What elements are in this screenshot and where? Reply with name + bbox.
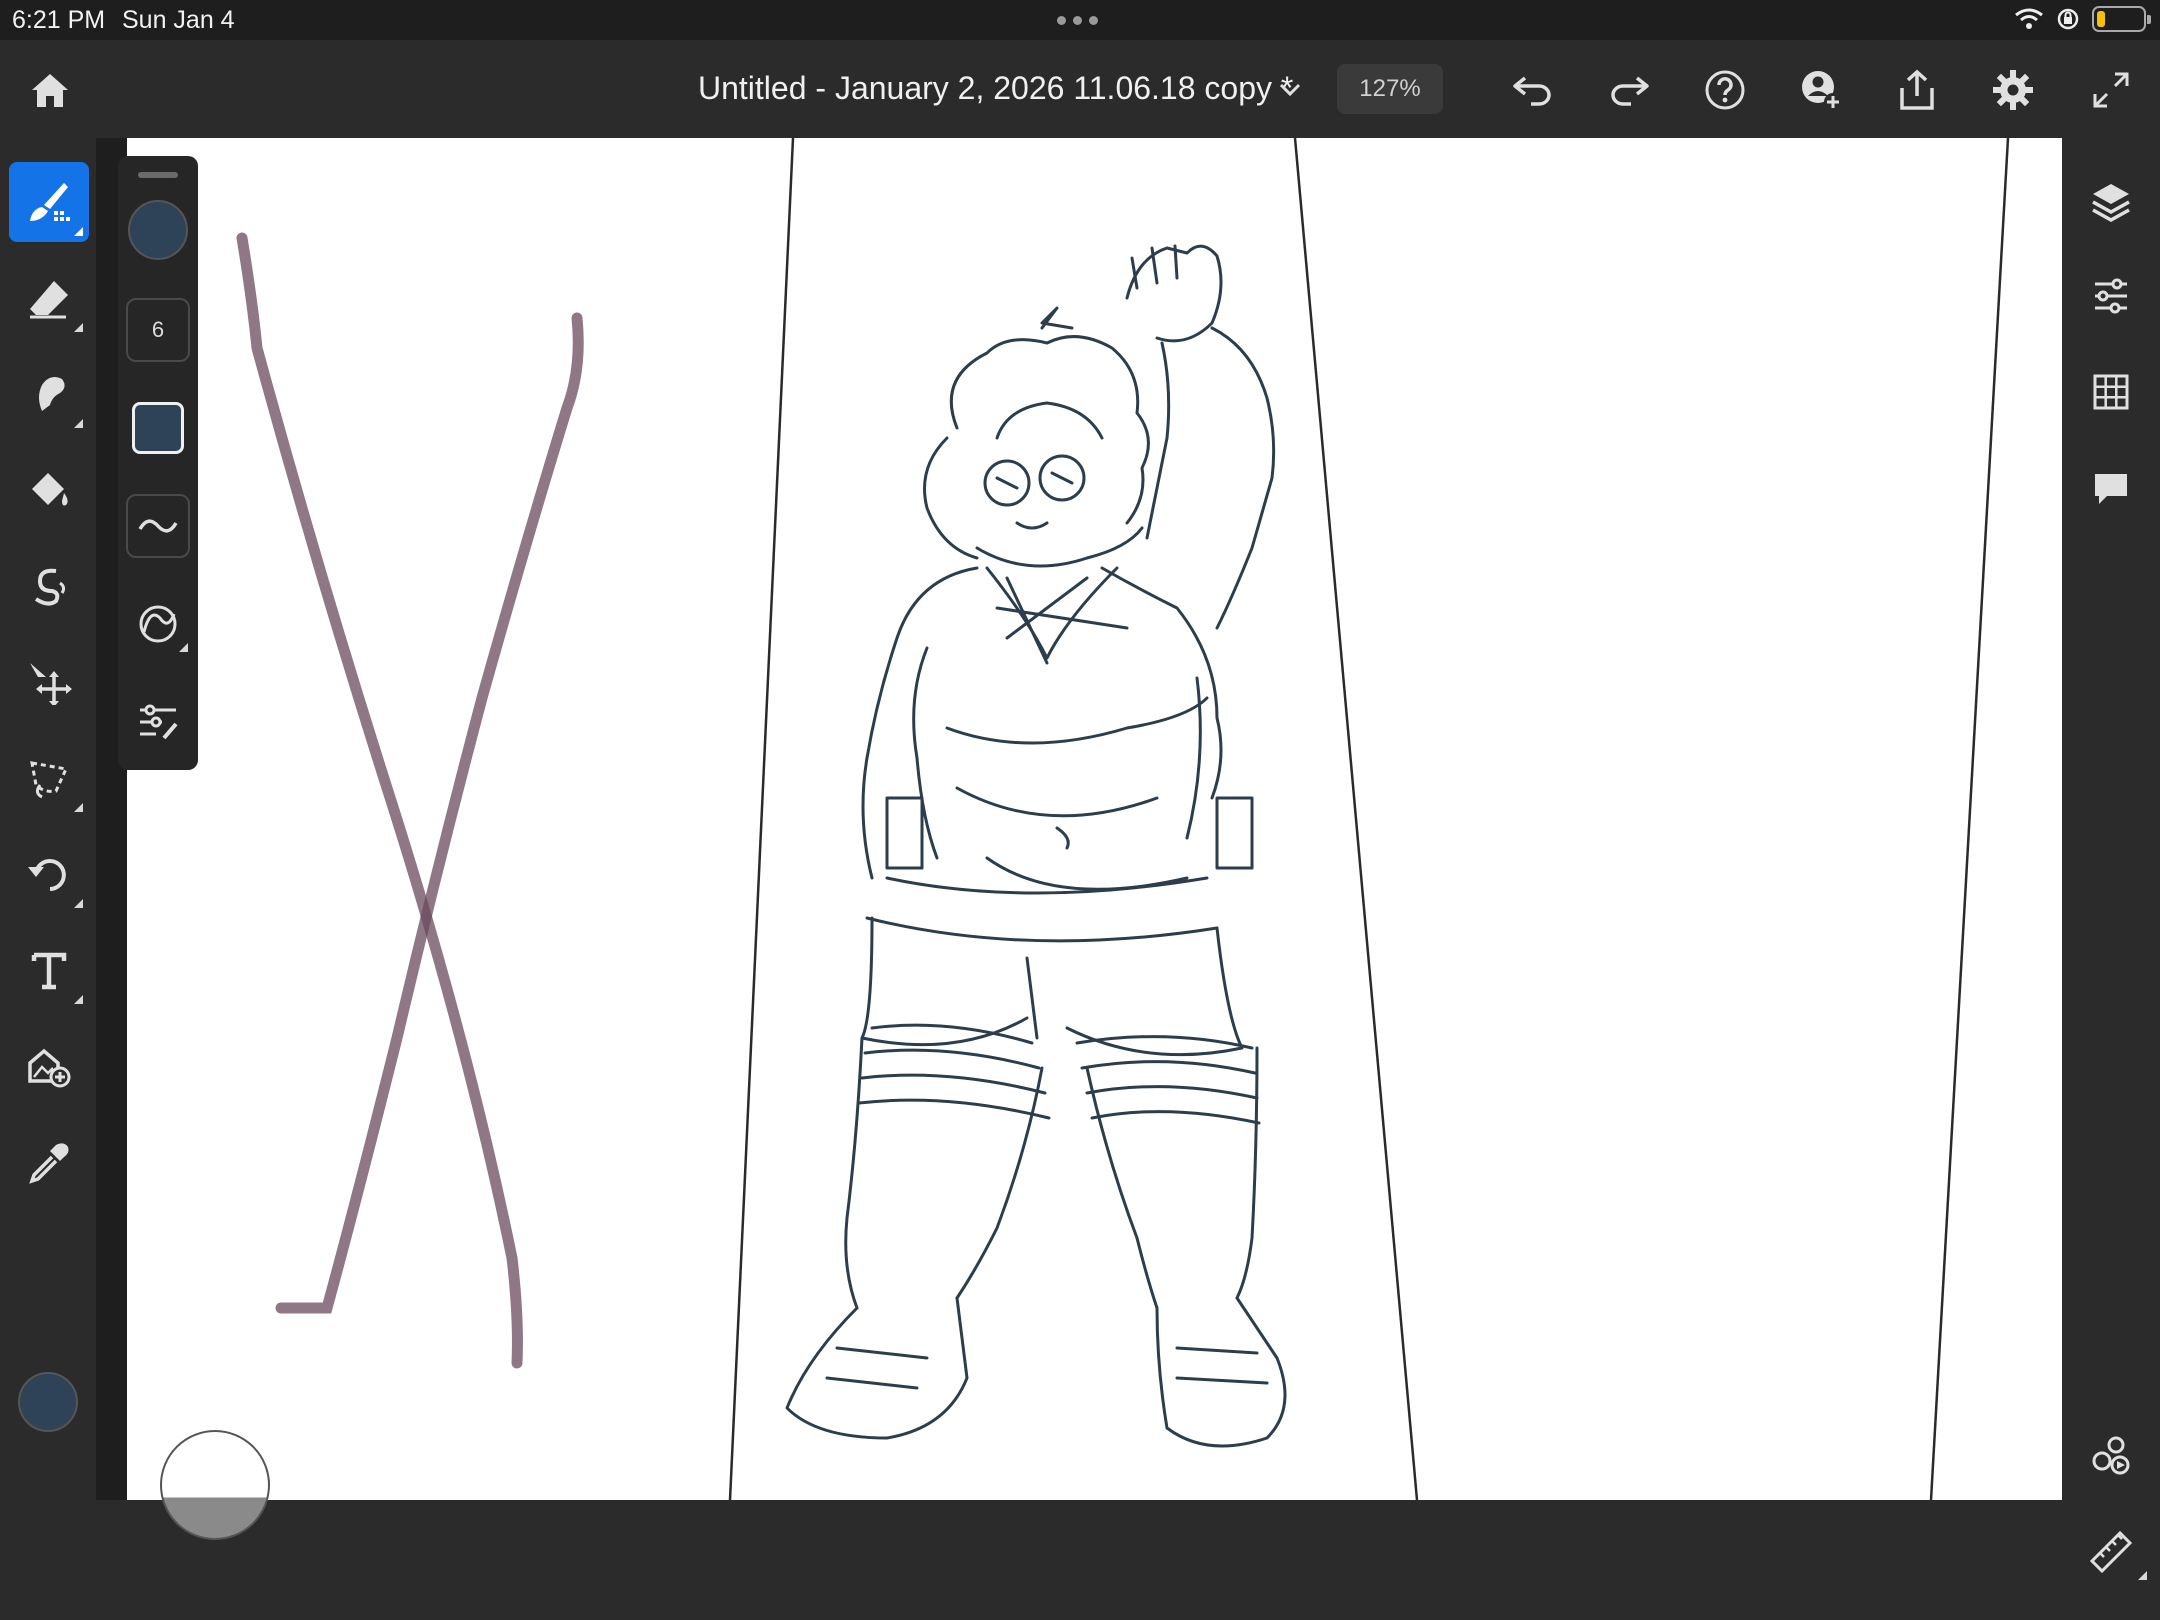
ruler-icon[interactable] [2081, 1522, 2147, 1582]
brush-dynamics-icon [139, 605, 177, 643]
move-icon [30, 663, 72, 705]
eraser-tool[interactable] [9, 258, 89, 338]
brush-size-button[interactable]: 6 [126, 298, 190, 362]
brush-opacity-swatch[interactable] [126, 396, 190, 460]
brush-smoothing-button[interactable] [126, 494, 190, 558]
smudge-icon [39, 377, 65, 411]
share-icon[interactable] [1887, 60, 1947, 120]
wifi-icon [2015, 8, 2043, 29]
brush-tool[interactable] [9, 162, 89, 242]
livestream-icon[interactable] [2081, 1426, 2141, 1486]
status-bar: 6:21 PM Sun Jan 4 [0, 0, 2160, 40]
fullscreen-icon[interactable] [2081, 60, 2141, 120]
place-image-icon [28, 1048, 71, 1088]
eyedropper-icon [29, 1143, 69, 1184]
status-date: Sun Jan 4 [122, 6, 235, 34]
brush-dynamics-button[interactable] [126, 592, 190, 656]
text-icon [31, 952, 67, 990]
eraser-icon [30, 281, 68, 319]
multitasking-dots-icon[interactable] [1057, 16, 1098, 25]
panel-drag-handle[interactable] [138, 172, 178, 178]
drawing-canvas[interactable] [127, 138, 2062, 1500]
status-time: 6:21 PM [12, 6, 106, 34]
place-image-tool[interactable] [9, 1026, 89, 1106]
brush-size-value: 6 [151, 317, 165, 342]
liquify-tool[interactable] [9, 546, 89, 626]
gear-icon[interactable] [1983, 60, 2043, 120]
zoom-level[interactable]: 127% [1337, 64, 1443, 114]
adjustments-icon[interactable] [2081, 266, 2141, 326]
comments-icon[interactable] [2081, 458, 2141, 518]
brush-settings-panel: 6 [118, 156, 198, 770]
help-icon[interactable] [1695, 60, 1755, 120]
right-rail [2062, 138, 2160, 1620]
battery-icon [2092, 6, 2151, 32]
current-color-swatch[interactable] [18, 1372, 78, 1432]
layers-icon[interactable] [2081, 172, 2141, 232]
sliders-icon [140, 704, 178, 740]
text-tool[interactable] [9, 930, 89, 1010]
character-sketch [785, 244, 1287, 1448]
liquify-icon [34, 568, 66, 606]
invite-icon[interactable] [1791, 60, 1851, 120]
rotation-lock-icon [2057, 8, 2079, 30]
move-tool[interactable] [9, 642, 89, 722]
paint-bucket-icon [32, 473, 68, 506]
guide-x-strokes [236, 232, 584, 1369]
transform-tool[interactable] [9, 834, 89, 914]
eyedropper-tool[interactable] [9, 1122, 89, 1202]
bottom-strip [96, 1500, 2062, 1620]
canvas-artwork [236, 138, 2010, 1500]
top-toolbar: Untitled - January 2, 2026 11.06.18 copy… [0, 40, 2160, 138]
undo-icon[interactable] [1503, 60, 1563, 120]
touch-shortcut-button[interactable] [160, 1430, 270, 1540]
smoothing-icon [138, 519, 178, 533]
brush-preview[interactable] [126, 198, 190, 262]
document-title[interactable]: Untitled - January 2, 2026 11.06.18 copy… [698, 70, 1293, 107]
chevron-down-icon[interactable] [1260, 60, 1320, 120]
brush-icon [30, 183, 70, 221]
transform-icon [28, 859, 66, 891]
lasso-icon [30, 761, 69, 799]
left-toolbar [0, 138, 96, 1620]
home-icon[interactable] [20, 60, 80, 120]
redo-icon[interactable] [1599, 60, 1659, 120]
grid-icon[interactable] [2081, 362, 2141, 422]
lasso-tool[interactable] [9, 738, 89, 818]
smudge-tool[interactable] [9, 354, 89, 434]
fill-tool[interactable] [9, 450, 89, 530]
status-indicators [2014, 6, 2151, 32]
brush-settings-button[interactable] [126, 690, 190, 754]
